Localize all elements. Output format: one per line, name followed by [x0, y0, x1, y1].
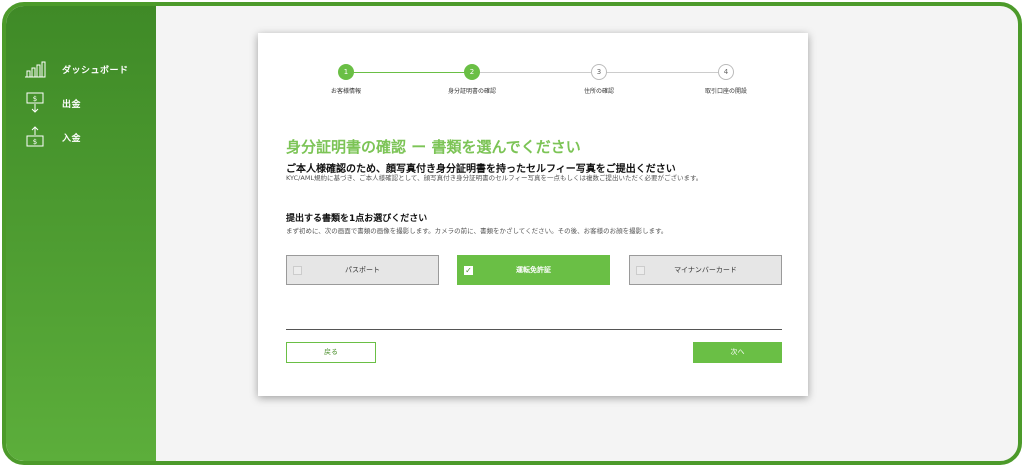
option-passport[interactable]: パスポート	[286, 255, 439, 285]
document-select-description: まず初めに、次の画面で書類の画像を撮影します。カメラの前に、書類をかざしてくださ…	[286, 227, 668, 235]
checkbox-icon[interactable]	[636, 266, 645, 275]
kyc-description: KYC/AML規約に基づき、ご本人様確認として、顔写真付き身分証明書のセルフィー…	[286, 174, 703, 182]
step-4-circle: 4	[718, 64, 734, 80]
step-connector	[346, 72, 472, 73]
step-2-label: 身分証明書の確認	[447, 88, 496, 95]
next-button[interactable]: 次へ	[693, 342, 782, 363]
option-my-number-card[interactable]: マイナンバーカード	[629, 255, 782, 285]
step-2-circle: 2	[464, 64, 480, 80]
document-select-title: 提出する書類を1点お選びください	[286, 214, 428, 224]
svg-text:$: $	[33, 138, 37, 146]
sidebar-item-dashboard[interactable]: ダッシュボード	[24, 58, 129, 80]
bar-chart-icon	[25, 61, 46, 78]
sidebar-item-label: ダッシュボード	[62, 65, 129, 76]
checkbox-icon[interactable]	[293, 266, 302, 275]
option-label: マイナンバーカード	[674, 266, 737, 274]
step-3-circle: 3	[591, 64, 607, 80]
progress-stepper: 1 お客様情報 2 身分証明書の確認 3 住所の確認 4 取引口座の開設	[258, 33, 808, 103]
option-drivers-license[interactable]: ✓ 運転免許証	[457, 255, 610, 285]
verification-card: 1 お客様情報 2 身分証明書の確認 3 住所の確認 4 取引口座の開設 身分証…	[258, 33, 808, 396]
sidebar-item-withdraw[interactable]: $ 出金	[24, 92, 81, 114]
divider	[286, 329, 782, 330]
deposit-icon: $	[26, 126, 44, 147]
option-label: パスポート	[345, 266, 380, 274]
step-3-label: 住所の確認	[583, 88, 614, 95]
step-4-label: 取引口座の開設	[704, 88, 747, 95]
svg-text:$: $	[33, 95, 37, 103]
checkbox-checked-icon[interactable]: ✓	[464, 266, 473, 275]
sidebar-item-label: 出金	[62, 99, 82, 110]
page-title: 身分証明書の確認 ー 書類を選んでください	[286, 138, 581, 156]
sidebar-item-deposit[interactable]: $ 入金	[24, 126, 81, 148]
withdraw-icon: $	[26, 92, 44, 113]
sidebar-item-label: 入金	[62, 133, 82, 144]
step-1-label: お客様情報	[330, 88, 361, 95]
app-frame: ダッシュボード $ 出金 $ 入金 1 お客様情報 2 身分証明書の確認 3 住…	[2, 2, 1022, 465]
sidebar: ダッシュボード $ 出金 $ 入金	[6, 6, 156, 461]
back-button[interactable]: 戻る	[286, 342, 376, 363]
option-label: 運転免許証	[516, 266, 551, 274]
step-1-circle: 1	[338, 64, 354, 80]
